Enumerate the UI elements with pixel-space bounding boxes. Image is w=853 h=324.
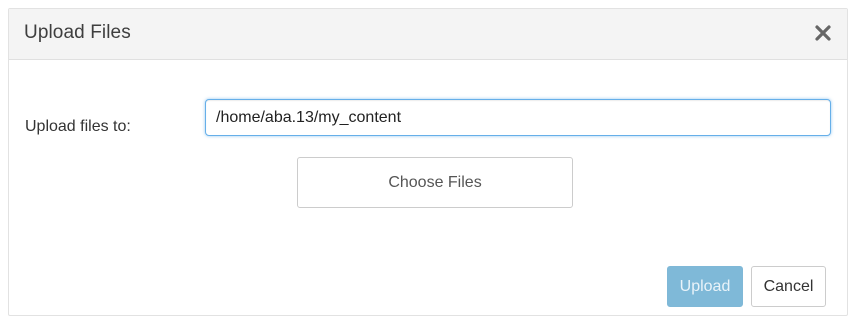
upload-path-input[interactable] xyxy=(205,99,831,136)
close-button[interactable] xyxy=(809,19,837,47)
cancel-button[interactable]: Cancel xyxy=(751,266,826,307)
dialog-header: Upload Files xyxy=(9,9,847,60)
upload-files-dialog: Upload Files Upload files to: Choose Fil… xyxy=(8,8,848,316)
close-icon xyxy=(815,25,831,41)
choose-files-button[interactable]: Choose Files xyxy=(297,157,573,208)
upload-destination-label: Upload files to: xyxy=(25,118,131,135)
dialog-title: Upload Files xyxy=(24,22,131,43)
upload-button[interactable]: Upload xyxy=(667,266,743,307)
